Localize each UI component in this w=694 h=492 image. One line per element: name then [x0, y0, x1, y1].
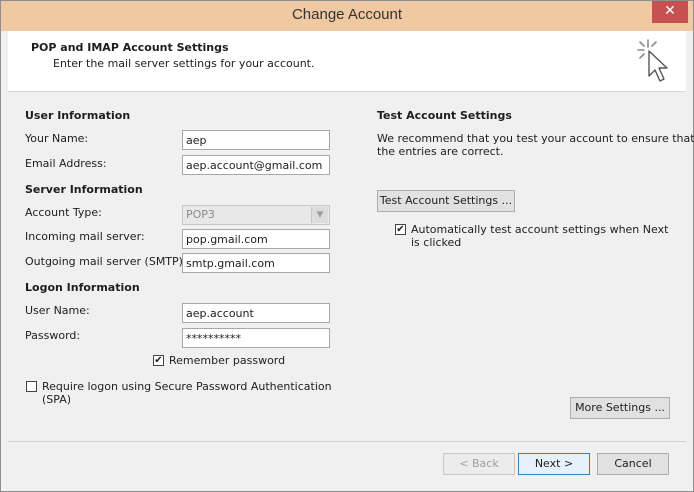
- window-title: Change Account: [291, 6, 403, 23]
- outgoing-server-label: Outgoing mail server (SMTP):: [25, 255, 187, 268]
- server-information-heading: Server Information: [25, 183, 143, 196]
- back-button[interactable]: < Back: [443, 453, 515, 475]
- spa-checkbox[interactable]: [26, 381, 37, 392]
- email-address-input[interactable]: [182, 155, 330, 175]
- password-label: Password:: [25, 329, 81, 342]
- account-type-select: POP3 ▼: [182, 205, 330, 225]
- logon-information-heading: Logon Information: [25, 281, 140, 294]
- test-account-settings-button[interactable]: Test Account Settings ...: [377, 190, 515, 212]
- dialog-header: POP and IMAP Account Settings Enter the …: [8, 31, 686, 92]
- settings-body: User Information Your Name: Email Addres…: [8, 92, 694, 486]
- account-type-label: Account Type:: [25, 206, 102, 219]
- email-address-label: Email Address:: [25, 157, 107, 170]
- spa-label-line2: (SPA): [42, 393, 72, 406]
- title-bar[interactable]: Change Account ✕: [1, 1, 693, 31]
- more-settings-button[interactable]: More Settings ...: [570, 397, 670, 419]
- chevron-down-icon: ▼: [311, 207, 328, 223]
- auto-test-checkbox[interactable]: ✔: [395, 224, 406, 235]
- remember-password-label: Remember password: [169, 354, 286, 367]
- remember-password-checkbox[interactable]: ✔: [153, 355, 164, 366]
- user-information-heading: User Information: [25, 109, 131, 122]
- cancel-button[interactable]: Cancel: [597, 453, 669, 475]
- account-type-value: POP3: [186, 208, 215, 221]
- outgoing-server-input[interactable]: [182, 253, 330, 273]
- footer-divider: [8, 441, 686, 442]
- test-description-line1: We recommend that you test your account …: [377, 132, 694, 145]
- header-title: POP and IMAP Account Settings: [31, 41, 229, 54]
- cursor-click-icon: [637, 39, 668, 82]
- close-button[interactable]: ✕: [652, 1, 688, 23]
- spa-label-line1: Require logon using Secure Password Auth…: [42, 380, 332, 393]
- user-name-label: User Name:: [25, 304, 90, 317]
- auto-test-label-line2: is clicked: [411, 236, 462, 249]
- header-subtitle: Enter the mail server settings for your …: [53, 57, 315, 70]
- test-account-settings-heading: Test Account Settings: [377, 109, 512, 122]
- password-input[interactable]: [182, 328, 330, 348]
- test-description-line2: the entries are correct.: [377, 145, 504, 158]
- change-account-dialog: Change Account ✕ POP and IMAP Account Se…: [0, 0, 694, 492]
- incoming-server-label: Incoming mail server:: [25, 230, 145, 243]
- incoming-server-input[interactable]: [182, 229, 330, 249]
- next-button[interactable]: Next >: [518, 453, 590, 475]
- auto-test-label-line1: Automatically test account settings when…: [411, 223, 669, 236]
- your-name-label: Your Name:: [25, 132, 89, 145]
- your-name-input[interactable]: [182, 130, 330, 150]
- user-name-input[interactable]: [182, 303, 330, 323]
